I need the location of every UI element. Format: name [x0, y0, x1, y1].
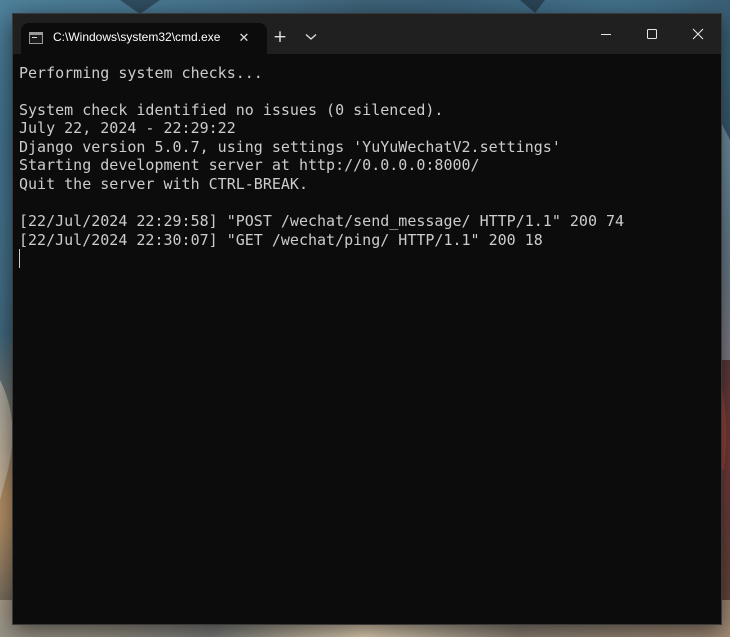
maximize-icon	[647, 29, 657, 39]
console-line: [22/Jul/2024 22:30:07] "GET /wechat/ping…	[19, 231, 543, 249]
terminal-window: C:\Windows\system32\cmd.exe ✕ + Performi…	[12, 13, 722, 625]
chevron-down-icon	[305, 34, 317, 40]
close-button[interactable]	[675, 14, 721, 54]
console-line: [22/Jul/2024 22:29:58] "POST /wechat/sen…	[19, 212, 625, 230]
cmd-icon	[29, 32, 43, 44]
minimize-icon	[601, 34, 611, 35]
tab-close-button[interactable]: ✕	[234, 29, 254, 49]
close-icon	[692, 28, 704, 40]
new-tab-button[interactable]: +	[269, 26, 291, 48]
console-line: July 22, 2024 - 22:29:22	[19, 119, 236, 137]
console-line: System check identified no issues (0 sil…	[19, 101, 444, 119]
console-line: Quit the server with CTRL-BREAK.	[19, 175, 308, 193]
minimize-button[interactable]	[583, 14, 629, 54]
title-bar[interactable]: C:\Windows\system32\cmd.exe ✕ +	[13, 14, 721, 54]
console-output[interactable]: Performing system checks... System check…	[13, 54, 721, 624]
console-line: Starting development server at http://0.…	[19, 156, 480, 174]
tab-title: C:\Windows\system32\cmd.exe	[53, 30, 221, 44]
console-line: Django version 5.0.7, using settings 'Yu…	[19, 138, 561, 156]
maximize-button[interactable]	[629, 14, 675, 54]
tab-cmd[interactable]: C:\Windows\system32\cmd.exe ✕	[21, 23, 267, 54]
console-line: Performing system checks...	[19, 64, 263, 82]
tab-dropdown-button[interactable]	[300, 26, 322, 48]
text-cursor	[19, 249, 20, 268]
